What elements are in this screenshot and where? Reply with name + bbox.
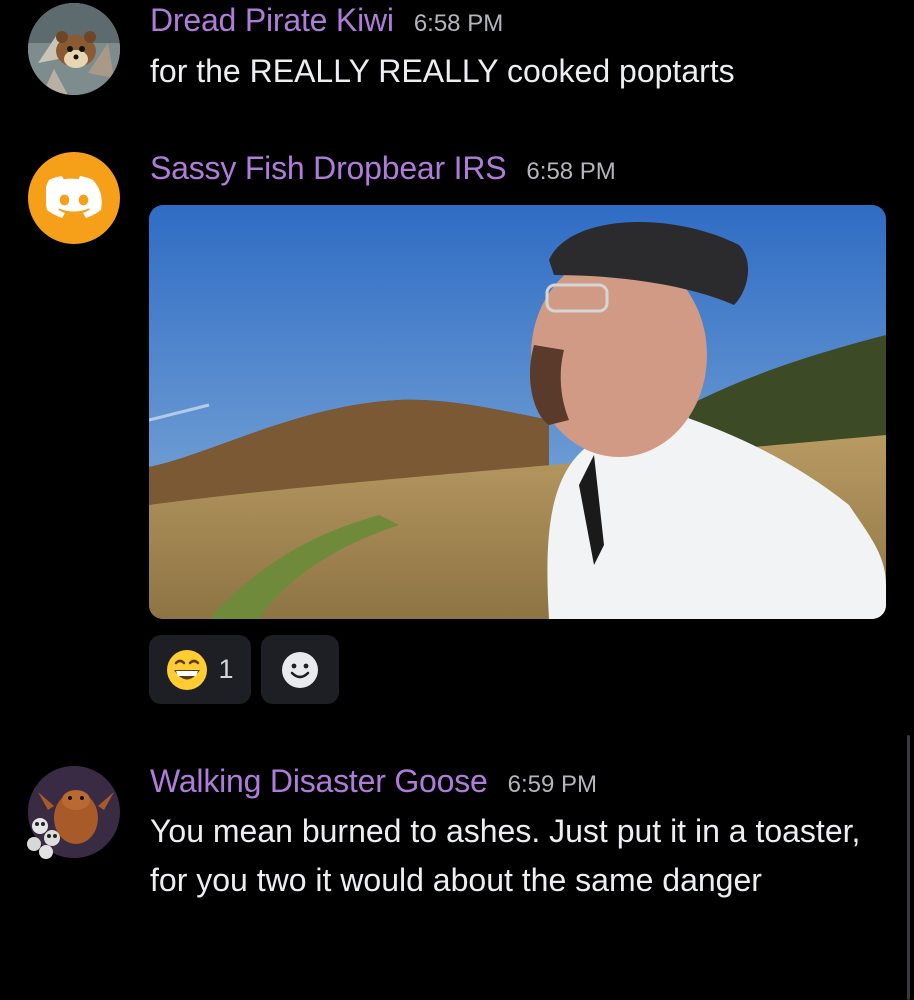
avatar[interactable] [28, 3, 120, 95]
reaction-count: 1 [218, 654, 234, 684]
goose-with-skulls-icon [27, 766, 118, 859]
username[interactable]: Dread Pirate Kiwi [150, 2, 394, 39]
message-header: Sassy Fish Dropbear IRS 6:58 PM [150, 150, 616, 187]
scrollbar[interactable] [907, 735, 910, 1000]
message-header: Walking Disaster Goose 6:59 PM [150, 763, 597, 800]
add-reaction-button[interactable] [261, 635, 339, 704]
pine-marten-icon [28, 3, 120, 95]
embedded-video-image[interactable] [149, 205, 886, 619]
reactions-bar: 1 [149, 635, 339, 704]
reaction-grinning-face[interactable]: 1 [149, 635, 251, 704]
man-in-beret-photo [149, 205, 886, 619]
message-header: Dread Pirate Kiwi 6:58 PM [150, 2, 503, 39]
avatar[interactable] [28, 152, 120, 244]
username[interactable]: Sassy Fish Dropbear IRS [150, 150, 507, 187]
discord-logo-icon [46, 176, 102, 218]
smiley-add-icon [282, 651, 318, 688]
message-text: You mean burned to ashes. Just put it in… [150, 813, 861, 898]
username[interactable]: Walking Disaster Goose [150, 763, 488, 800]
avatar[interactable] [27, 766, 120, 859]
timestamp: 6:58 PM [526, 158, 616, 185]
message-text: for the REALLY REALLY cooked poptarts [150, 53, 735, 89]
timestamp: 6:58 PM [413, 10, 504, 37]
timestamp: 6:59 PM [507, 771, 598, 798]
grinning-face-icon [167, 649, 208, 690]
